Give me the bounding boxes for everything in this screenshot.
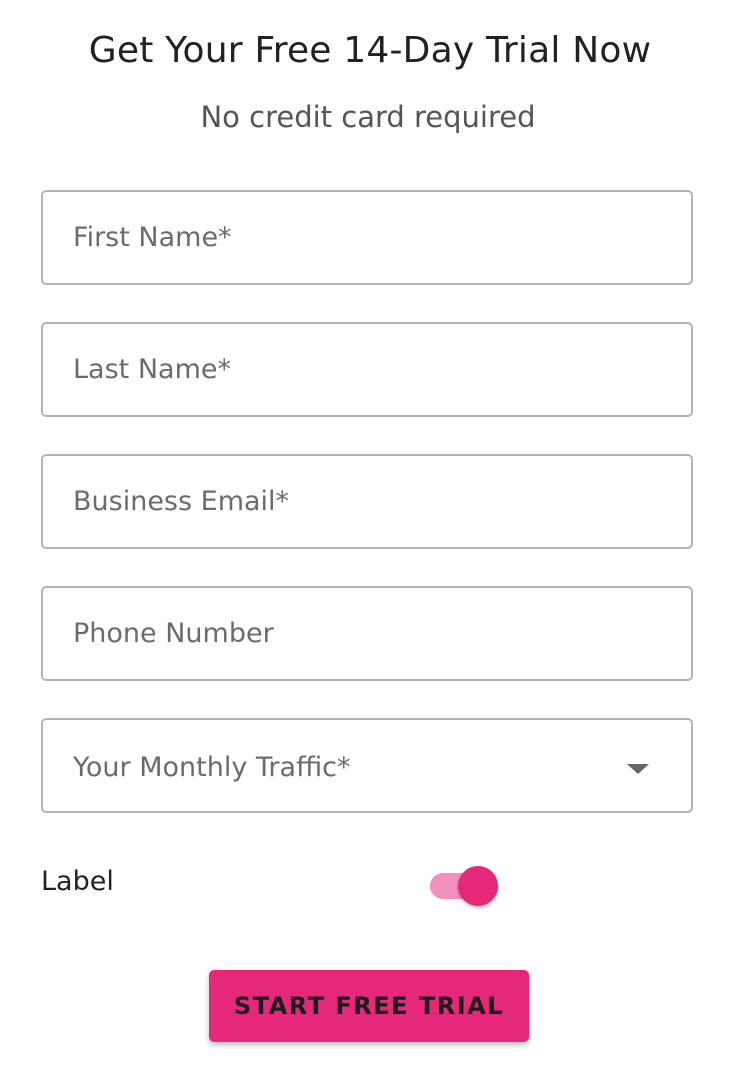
page-title: Get Your Free 14-Day Trial Now	[88, 30, 652, 71]
phone-number-input[interactable]	[43, 588, 691, 679]
monthly-traffic-label: Your Monthly Traffic*	[73, 752, 351, 783]
start-free-trial-button[interactable]: START FREE TRIAL	[209, 970, 529, 1042]
toggle-switch[interactable]	[428, 864, 500, 908]
last-name-input[interactable]	[43, 324, 691, 415]
chevron-down-icon	[627, 764, 649, 774]
last-name-field	[41, 322, 693, 417]
monthly-traffic-select[interactable]: Your Monthly Traffic*	[41, 718, 693, 813]
business-email-input[interactable]	[43, 456, 691, 547]
phone-number-field	[41, 586, 693, 681]
first-name-input[interactable]	[43, 192, 691, 283]
toggle-label: Label	[41, 866, 114, 897]
first-name-field	[41, 190, 693, 285]
toggle-thumb[interactable]	[458, 866, 498, 906]
page-subtitle: No credit card required	[200, 100, 536, 134]
business-email-field	[41, 454, 693, 549]
